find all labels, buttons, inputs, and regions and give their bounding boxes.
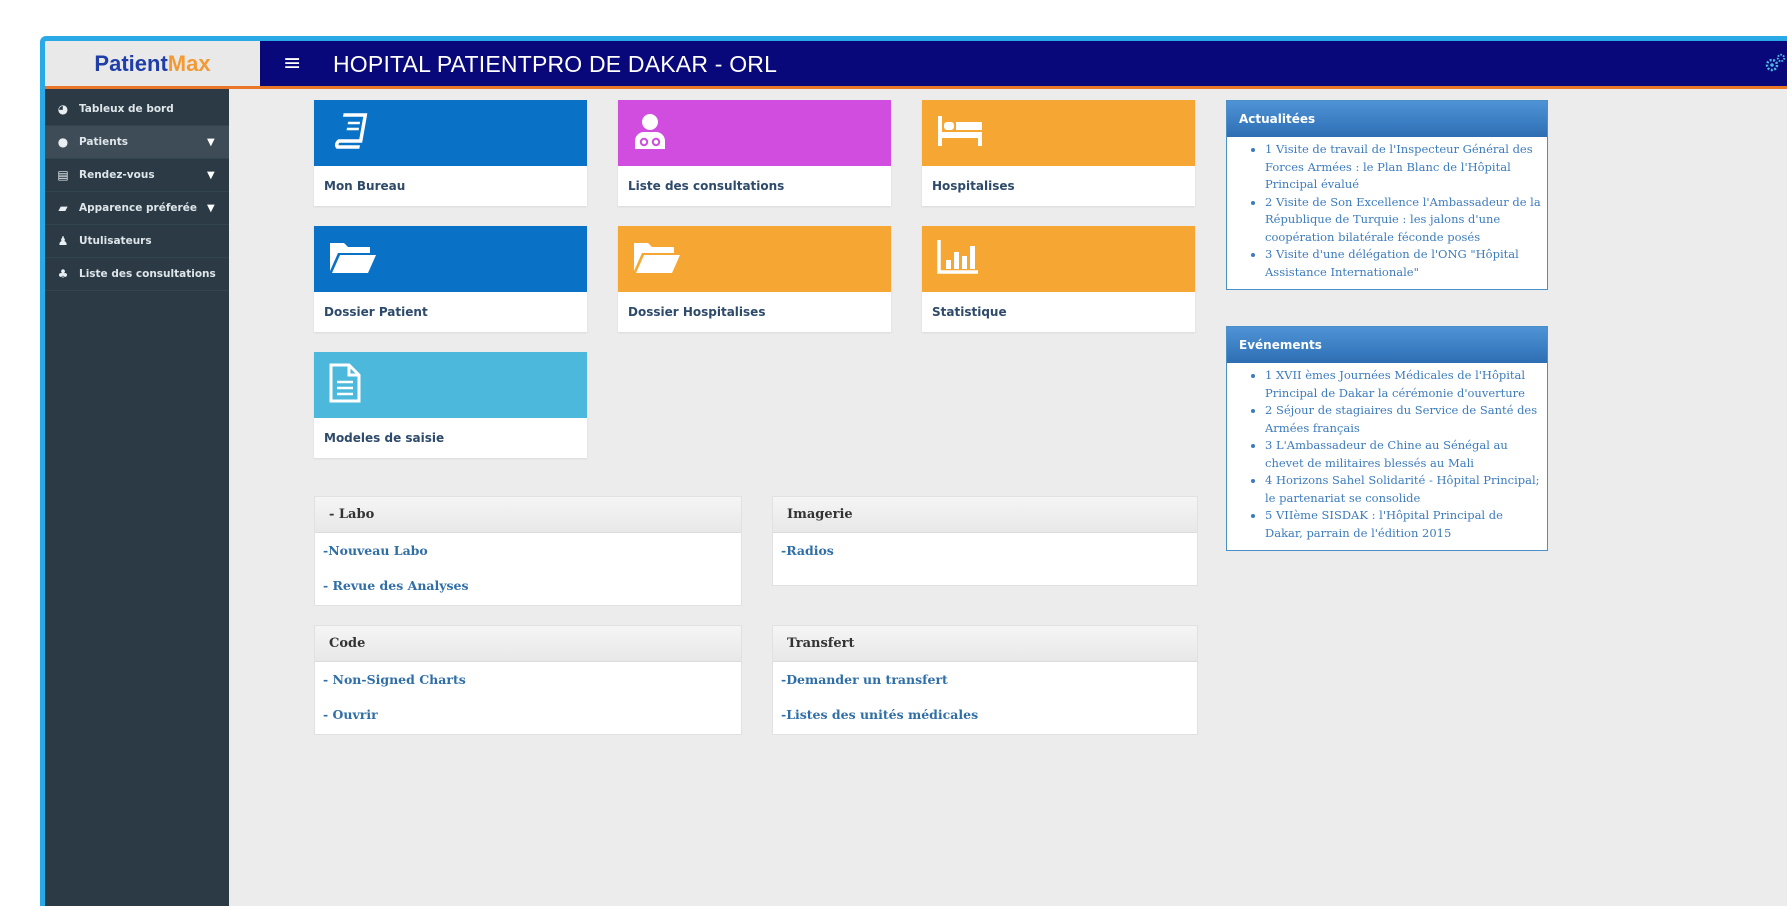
panel-title: - Labo	[315, 497, 741, 533]
panel-labo: - Labo -Nouveau Labo - Revue des Analyse…	[314, 496, 742, 606]
tile-header	[618, 226, 891, 292]
tile-label: Statistique	[932, 305, 1007, 319]
sidebar-item-patients[interactable]: ● Patients ▼	[45, 126, 229, 159]
brand-part-max: Max	[167, 50, 211, 76]
tile-statistique[interactable]: Statistique	[922, 226, 1195, 332]
news-item[interactable]: 3 Visite d'une délégation de l'ONG "Hôpi…	[1265, 246, 1543, 281]
tile-header	[314, 226, 587, 292]
folder-open-icon	[632, 239, 682, 279]
event-item[interactable]: 2 Séjour de stagiaires du Service de San…	[1265, 402, 1543, 437]
event-item[interactable]: 1 XVII èmes Journées Médicales de l'Hôpi…	[1265, 367, 1543, 402]
tile-mon-bureau[interactable]: Mon Bureau	[314, 100, 587, 206]
bar-chart-icon	[936, 238, 980, 280]
events-panel: Evénements 1 XVII èmes Journées Médicale…	[1226, 326, 1548, 551]
sidebar-item-apparence[interactable]: ▰ Apparence préferée ▼	[45, 192, 229, 225]
info-icon: ●	[57, 135, 69, 149]
tile-header	[314, 100, 587, 166]
tile-header	[922, 100, 1195, 166]
sidebar-item-label: Patients	[79, 136, 128, 148]
tile-label: Mon Bureau	[324, 179, 406, 193]
tile-header	[922, 226, 1195, 292]
sidebar-item-rendez-vous[interactable]: ▤ Rendez-vous ▼	[45, 159, 229, 192]
user-icon: ♟	[57, 234, 69, 248]
book-icon	[328, 111, 368, 155]
tile-label: Modeles de saisie	[324, 431, 445, 445]
sidebar-item-label: Apparence préferée	[79, 202, 197, 214]
chevron-down-icon: ▼	[207, 169, 215, 181]
users-icon: ♣	[57, 267, 69, 281]
news-item[interactable]: 2 Visite de Son Excellence l'Ambassadeur…	[1265, 194, 1543, 247]
top-navbar: Patient Max ≡ HOPITAL PATIENTPRO DE DAKAR…	[45, 41, 1787, 89]
link-demander-transfert[interactable]: -Demander un transfert	[773, 662, 1197, 697]
link-listes-unites-medicales[interactable]: -Listes des unités médicales	[773, 697, 1197, 732]
calendar-icon: ▤	[57, 168, 69, 182]
brand-logo[interactable]: Patient Max	[45, 41, 260, 89]
chevron-down-icon: ▼	[207, 202, 215, 214]
events-title: Evénements	[1227, 327, 1547, 363]
news-title: Actualitées	[1227, 101, 1547, 137]
event-item[interactable]: 4 Horizons Sahel Solidarité - Hôpital Pr…	[1265, 472, 1543, 507]
event-item[interactable]: 3 L'Ambassadeur de Chine au Sénégal au c…	[1265, 437, 1543, 472]
chevron-down-icon: ▼	[207, 136, 215, 148]
tile-label: Dossier Patient	[324, 305, 428, 319]
panel-code: Code - Non-Signed Charts - Ouvrir	[314, 625, 742, 735]
tile-modeles-saisie[interactable]: Modeles de saisie	[314, 352, 587, 458]
brand-part-patient: Patient	[94, 50, 168, 76]
tile-header	[314, 352, 587, 418]
doctor-icon	[632, 111, 668, 155]
tile-dossier-patient[interactable]: Dossier Patient	[314, 226, 587, 332]
event-item[interactable]: 5 VIIème SISDAK : l'Hôpital Principal de…	[1265, 507, 1543, 542]
link-revue-analyses[interactable]: - Revue des Analyses	[315, 568, 741, 603]
panel-title: Code	[315, 626, 741, 662]
sidebar: ◕ Tableux de bord ● Patients ▼ ▤ Rendez-…	[45, 89, 229, 906]
panel-title: Transfert	[773, 626, 1197, 662]
tile-label: Liste des consultations	[628, 179, 785, 193]
sidebar-item-label: Utulisateurs	[79, 235, 152, 247]
gears-icon[interactable]	[1764, 53, 1786, 78]
sidebar-item-utilisateurs[interactable]: ♟ Utulisateurs	[45, 225, 229, 258]
bed-icon	[936, 114, 984, 152]
link-nouveau-labo[interactable]: -Nouveau Labo	[315, 533, 741, 568]
events-list: 1 XVII èmes Journées Médicales de l'Hôpi…	[1227, 363, 1547, 550]
panel-title: Imagerie	[773, 497, 1197, 533]
hamburger-menu-icon[interactable]: ≡	[283, 51, 301, 76]
sidebar-item-dashboard[interactable]: ◕ Tableux de bord	[45, 93, 229, 126]
link-ouvrir[interactable]: - Ouvrir	[315, 697, 741, 732]
tile-dossier-hospitalises[interactable]: Dossier Hospitalises	[618, 226, 891, 332]
panel-transfert: Transfert -Demander un transfert -Listes…	[772, 625, 1198, 735]
app-window: Patient Max ≡ HOPITAL PATIENTPRO DE DAKAR…	[40, 36, 1787, 906]
news-panel: Actualitées 1 Visite de travail de l'Ins…	[1226, 100, 1548, 290]
news-item[interactable]: 1 Visite de travail de l'Inspecteur Géné…	[1265, 141, 1543, 194]
news-list: 1 Visite de travail de l'Inspecteur Géné…	[1227, 137, 1547, 289]
folder-open-icon	[328, 239, 378, 279]
sidebar-item-consultations[interactable]: ♣ Liste des consultations	[45, 258, 229, 291]
tile-hospitalises[interactable]: Hospitalises	[922, 100, 1195, 206]
car-icon: ▰	[58, 201, 68, 215]
tile-label: Hospitalises	[932, 179, 1015, 193]
tile-header	[618, 100, 891, 166]
hospital-title: HOPITAL PATIENTPRO DE DAKAR - ORL	[333, 51, 778, 77]
panel-imagerie: Imagerie -Radios	[772, 496, 1198, 586]
document-icon	[328, 362, 362, 408]
dashboard-icon: ◕	[57, 102, 69, 116]
tile-liste-consultations[interactable]: Liste des consultations	[618, 100, 891, 206]
tile-label: Dossier Hospitalises	[628, 305, 766, 319]
link-radios[interactable]: -Radios	[773, 533, 1197, 568]
link-non-signed-charts[interactable]: - Non-Signed Charts	[315, 662, 741, 697]
sidebar-item-label: Liste des consultations	[79, 268, 216, 280]
sidebar-item-label: Tableux de bord	[79, 103, 174, 115]
sidebar-item-label: Rendez-vous	[79, 169, 155, 181]
